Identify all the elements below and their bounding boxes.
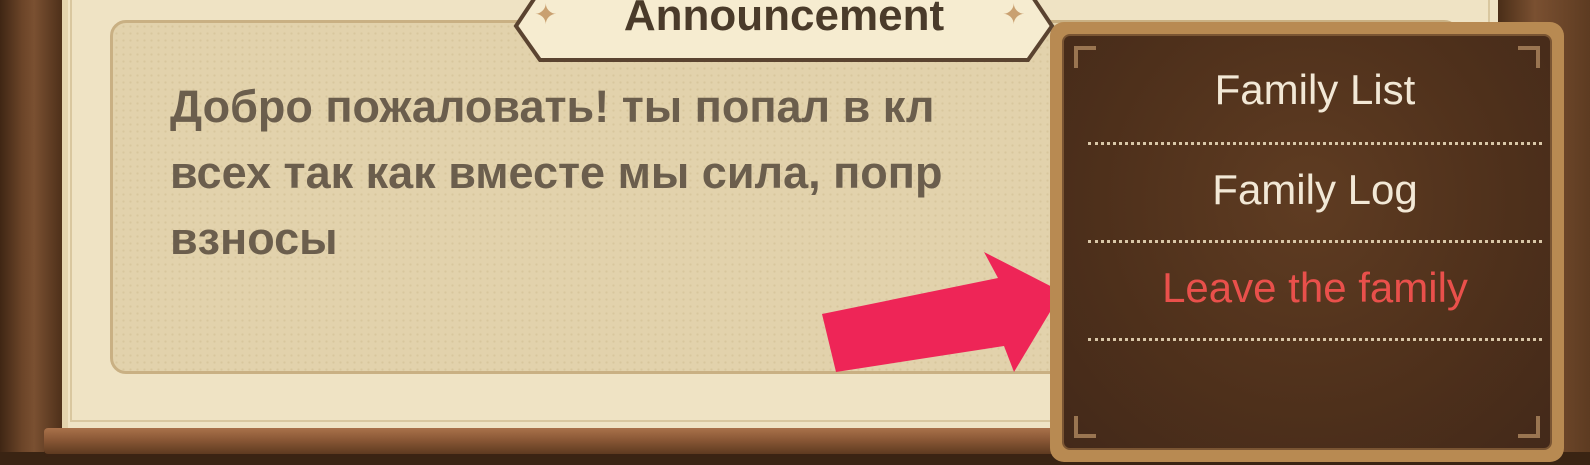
family-menu: Family List Family Log Leave the family (1050, 22, 1564, 462)
arrow-icon (822, 252, 1062, 372)
menu-divider (1088, 338, 1542, 341)
corner-ornament (1074, 416, 1096, 438)
announcement-title-tag: ✦ ✦ Announcement (512, 0, 1056, 62)
corner-ornament (1518, 416, 1540, 438)
announcement-title: Announcement (623, 0, 945, 40)
family-log-button[interactable]: Family Log (1088, 142, 1542, 238)
wood-frame-left (0, 0, 62, 465)
wood-shelf (44, 428, 1084, 454)
family-menu-body: Family List Family Log Leave the family (1062, 34, 1552, 450)
leave-family-button[interactable]: Leave the family (1088, 240, 1542, 336)
family-list-button[interactable]: Family List (1088, 42, 1542, 138)
